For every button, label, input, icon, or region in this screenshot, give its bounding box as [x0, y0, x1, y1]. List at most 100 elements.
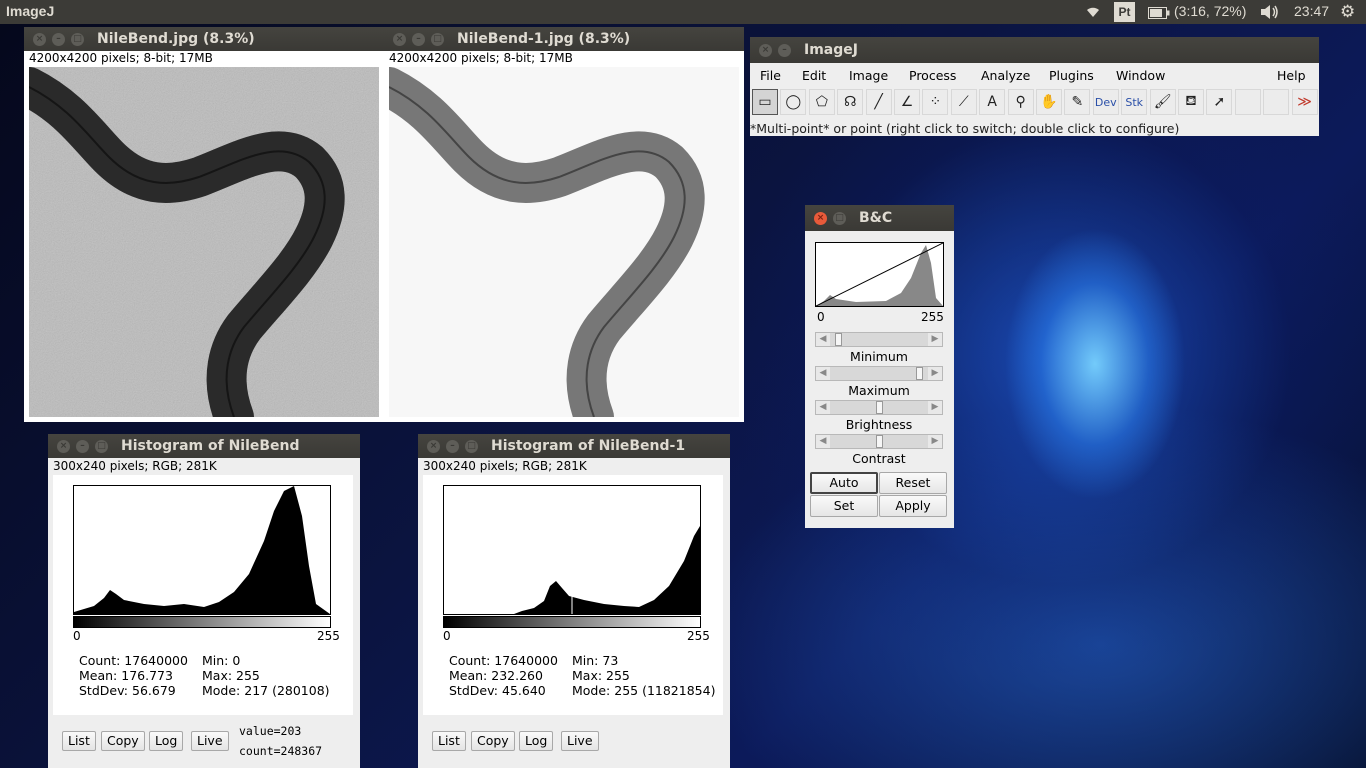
more-tools[interactable]: ≫ [1291, 89, 1318, 115]
scroll-right-icon[interactable]: ▶ [928, 401, 942, 414]
auto-button[interactable]: Auto [810, 472, 878, 494]
titlebar[interactable]: × – □ Histogram of NileBend-1 [418, 434, 730, 458]
menu-analyze[interactable]: Analyze [981, 68, 1030, 83]
angle-tool[interactable]: ∠ [894, 89, 920, 115]
copy-button[interactable]: Copy [101, 731, 145, 751]
oval-tool[interactable]: ◯ [780, 89, 807, 115]
slider-thumb[interactable] [834, 333, 842, 346]
minimize-icon[interactable]: – [52, 33, 65, 46]
keyboard-layout-indicator[interactable]: Pt [1114, 2, 1135, 22]
window-title: B&C [859, 210, 893, 226]
slider-thumb[interactable] [916, 367, 924, 380]
slider-maximum[interactable]: ◀ ▶ [815, 366, 943, 381]
scroll-left-icon[interactable]: ◀ [816, 367, 830, 380]
mode-stat: Mode: 255 (11821854) [572, 683, 716, 698]
stk-tool[interactable]: Stk [1121, 89, 1148, 115]
empty-slot-1[interactable] [1234, 89, 1261, 115]
scroll-left-icon[interactable]: ◀ [816, 401, 830, 414]
titlebar[interactable]: × – □ NileBend-1.jpg (8.3%) [384, 27, 744, 51]
maximize-icon[interactable]: □ [431, 33, 444, 46]
slider-label: Contrast [852, 451, 906, 466]
titlebar[interactable]: × – ImageJ [750, 37, 1319, 63]
maximize-icon[interactable]: □ [465, 440, 478, 453]
menu-window[interactable]: Window [1116, 68, 1165, 83]
slider-thumb[interactable] [875, 435, 883, 448]
maximize-icon[interactable]: □ [71, 33, 84, 46]
multipoint-tool[interactable]: ⁘ [922, 89, 949, 115]
histogram-window-contrast[interactable]: × – □ Histogram of NileBend-1 300x240 pi… [418, 434, 730, 768]
close-icon[interactable]: × [393, 33, 406, 46]
image-canvas[interactable] [29, 67, 379, 417]
maximize-icon[interactable]: □ [833, 212, 846, 225]
reset-button[interactable]: Reset [879, 472, 947, 494]
titlebar[interactable]: × □ B&C [805, 205, 954, 231]
close-icon[interactable]: × [33, 33, 46, 46]
minimize-icon[interactable]: – [412, 33, 425, 46]
minimize-icon[interactable]: – [446, 440, 459, 453]
close-icon[interactable]: × [759, 44, 772, 57]
titlebar[interactable]: × – □ Histogram of NileBend [48, 434, 360, 458]
scroll-right-icon[interactable]: ▶ [928, 435, 942, 448]
menu-edit[interactable]: Edit [802, 68, 826, 83]
titlebar[interactable]: × – □ NileBend.jpg (8.3%) [24, 27, 384, 51]
close-icon[interactable]: × [427, 440, 440, 453]
minimize-icon[interactable]: – [778, 44, 791, 57]
slider-contrast[interactable]: ◀ ▶ [815, 434, 943, 449]
imagej-main-window[interactable]: × – ImageJ File Edit Image Process Analy… [750, 37, 1319, 136]
window-title: ImageJ [804, 42, 858, 58]
scroll-right-icon[interactable]: ▶ [928, 333, 942, 346]
brush-tool[interactable]: 🖌 [1149, 89, 1176, 115]
close-icon[interactable]: × [814, 212, 827, 225]
menu-process[interactable]: Process [909, 68, 956, 83]
hand-tool[interactable]: ✋ [1036, 89, 1062, 115]
close-icon[interactable]: × [57, 440, 70, 453]
live-button[interactable]: Live [191, 731, 229, 751]
arrow-tool[interactable]: ➚ [1206, 89, 1233, 115]
volume-icon[interactable] [1260, 4, 1280, 23]
empty-slot-2[interactable] [1263, 89, 1290, 115]
gear-icon[interactable]: ⚙ [1340, 2, 1355, 22]
magnifier-tool[interactable]: ⚲ [1007, 89, 1034, 115]
dropper-tool[interactable]: ✎ [1064, 89, 1091, 115]
menu-help[interactable]: Help [1277, 68, 1306, 83]
image-window-contrast[interactable]: × – □ NileBend-1.jpg (8.3%) 4200x4200 pi… [384, 27, 744, 422]
slider-brightness[interactable]: ◀ ▶ [815, 400, 943, 415]
slider-thumb[interactable] [875, 401, 883, 414]
line-tool[interactable]: ╱ [865, 89, 892, 115]
menu-image[interactable]: Image [849, 68, 888, 83]
copy-button[interactable]: Copy [471, 731, 515, 751]
histogram-window-original[interactable]: × – □ Histogram of NileBend 300x240 pixe… [48, 434, 360, 768]
set-button[interactable]: Set [810, 495, 878, 517]
log-button[interactable]: Log [519, 731, 554, 751]
freehand-tool[interactable]: ☊ [837, 89, 864, 115]
rectangle-tool[interactable]: ▭ [752, 89, 778, 115]
clock[interactable]: 23:47 [1294, 3, 1329, 19]
scroll-right-icon[interactable]: ▶ [928, 367, 942, 380]
text-tool[interactable]: A [979, 89, 1006, 115]
maximize-icon[interactable]: □ [95, 440, 108, 453]
wifi-icon[interactable] [1083, 3, 1103, 22]
list-button[interactable]: List [62, 731, 96, 751]
scroll-left-icon[interactable]: ◀ [816, 333, 830, 346]
image-window-original[interactable]: × – □ NileBend.jpg (8.3%) 4200x4200 pixe… [24, 27, 384, 422]
image-canvas[interactable] [389, 67, 739, 417]
list-button[interactable]: List [432, 731, 466, 751]
polygon-tool[interactable]: ⬠ [808, 89, 835, 115]
battery-icon[interactable] [1148, 6, 1170, 22]
cursor-count: count=248367 [239, 744, 323, 758]
menu-plugins[interactable]: Plugins [1049, 68, 1094, 83]
dev-tool[interactable]: Dev [1092, 89, 1119, 115]
menu-bar: File Edit Image Process Analyze Plugins … [750, 65, 1319, 87]
menu-file[interactable]: File [760, 68, 781, 83]
slider-minimum[interactable]: ◀ ▶ [815, 332, 943, 347]
apply-button[interactable]: Apply [879, 495, 947, 517]
brightness-contrast-window[interactable]: × □ B&C 0 255 ◀ ▶ Minimum ◀ ▶ Maximum ◀ ▶ Bright… [805, 205, 954, 528]
wand-tool[interactable]: ⟋ [950, 89, 977, 115]
bc-histogram [815, 242, 944, 307]
flood-fill-tool[interactable]: ⛾ [1178, 89, 1204, 115]
scroll-left-icon[interactable]: ◀ [816, 435, 830, 448]
live-button[interactable]: Live [561, 731, 599, 751]
minimize-icon[interactable]: – [76, 440, 89, 453]
log-button[interactable]: Log [149, 731, 184, 751]
axis-max-label: 255 [317, 629, 340, 643]
